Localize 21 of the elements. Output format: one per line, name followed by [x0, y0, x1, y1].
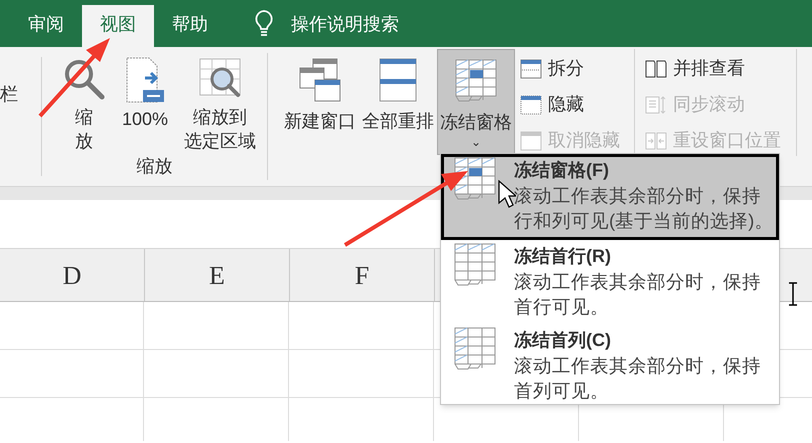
ribbon-button[interactable]: 隐藏: [520, 92, 634, 117]
ribbon-tab[interactable]: 视图: [82, 5, 154, 47]
ribbon-label: 栏: [0, 84, 18, 104]
ribbon-button[interactable]: 拆分: [520, 56, 634, 81]
column-header[interactable]: F: [290, 249, 435, 301]
ribbon-button[interactable]: 全部重排: [359, 49, 437, 155]
menu-item[interactable]: 冻结首列(C) 滚动工作表其余部分时，保持首列可见。: [441, 324, 779, 404]
menu-item[interactable]: 冻结首行(R) 滚动工作表其余部分时，保持首行可见。: [441, 240, 779, 324]
ribbon-button[interactable]: 并排查看: [645, 56, 796, 81]
column-header[interactable]: E: [145, 249, 290, 301]
zoom-button[interactable]: 缩放: [58, 57, 110, 153]
ribbon-tab[interactable]: 帮助: [154, 5, 226, 47]
zoom-button[interactable]: 100%: [118, 57, 172, 153]
ribbon-button[interactable]: 冻结窗格 ⌄: [437, 49, 515, 155]
ribbon-tab[interactable]: 审阅: [10, 5, 82, 47]
group-label: 缩放: [136, 156, 172, 176]
column-header[interactable]: D: [0, 249, 145, 301]
zoom-button[interactable]: 缩放到选定区域: [180, 57, 260, 153]
ribbon-button[interactable]: 新建窗口: [281, 49, 359, 155]
menu-item[interactable]: 冻结窗格(F) 滚动工作表其余部分时，保持行和列可见(基于当前的选择)。: [441, 154, 779, 240]
tell-me-search[interactable]: 操作说明搜索: [291, 10, 399, 38]
